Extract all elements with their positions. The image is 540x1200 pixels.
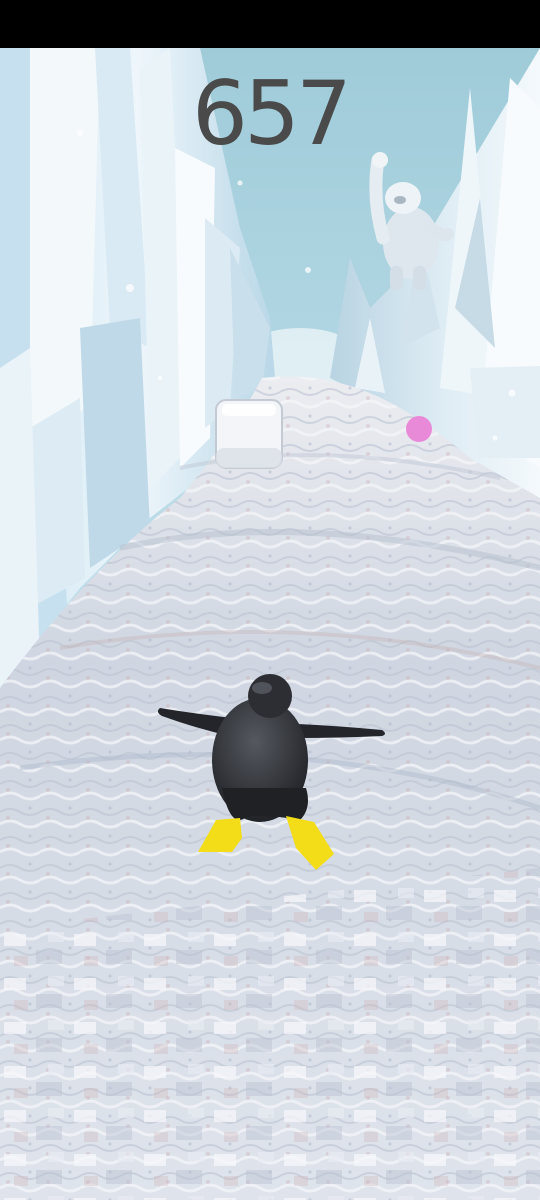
status-bar bbox=[0, 0, 540, 48]
game-scene bbox=[0, 48, 540, 1200]
pink-orb-pickup bbox=[406, 416, 432, 442]
ice-cube-obstacle bbox=[215, 399, 283, 469]
score-counter: 657 bbox=[192, 62, 352, 165]
score-container: 657 bbox=[175, 70, 365, 160]
game-viewport[interactable]: 657 bbox=[0, 48, 540, 1200]
